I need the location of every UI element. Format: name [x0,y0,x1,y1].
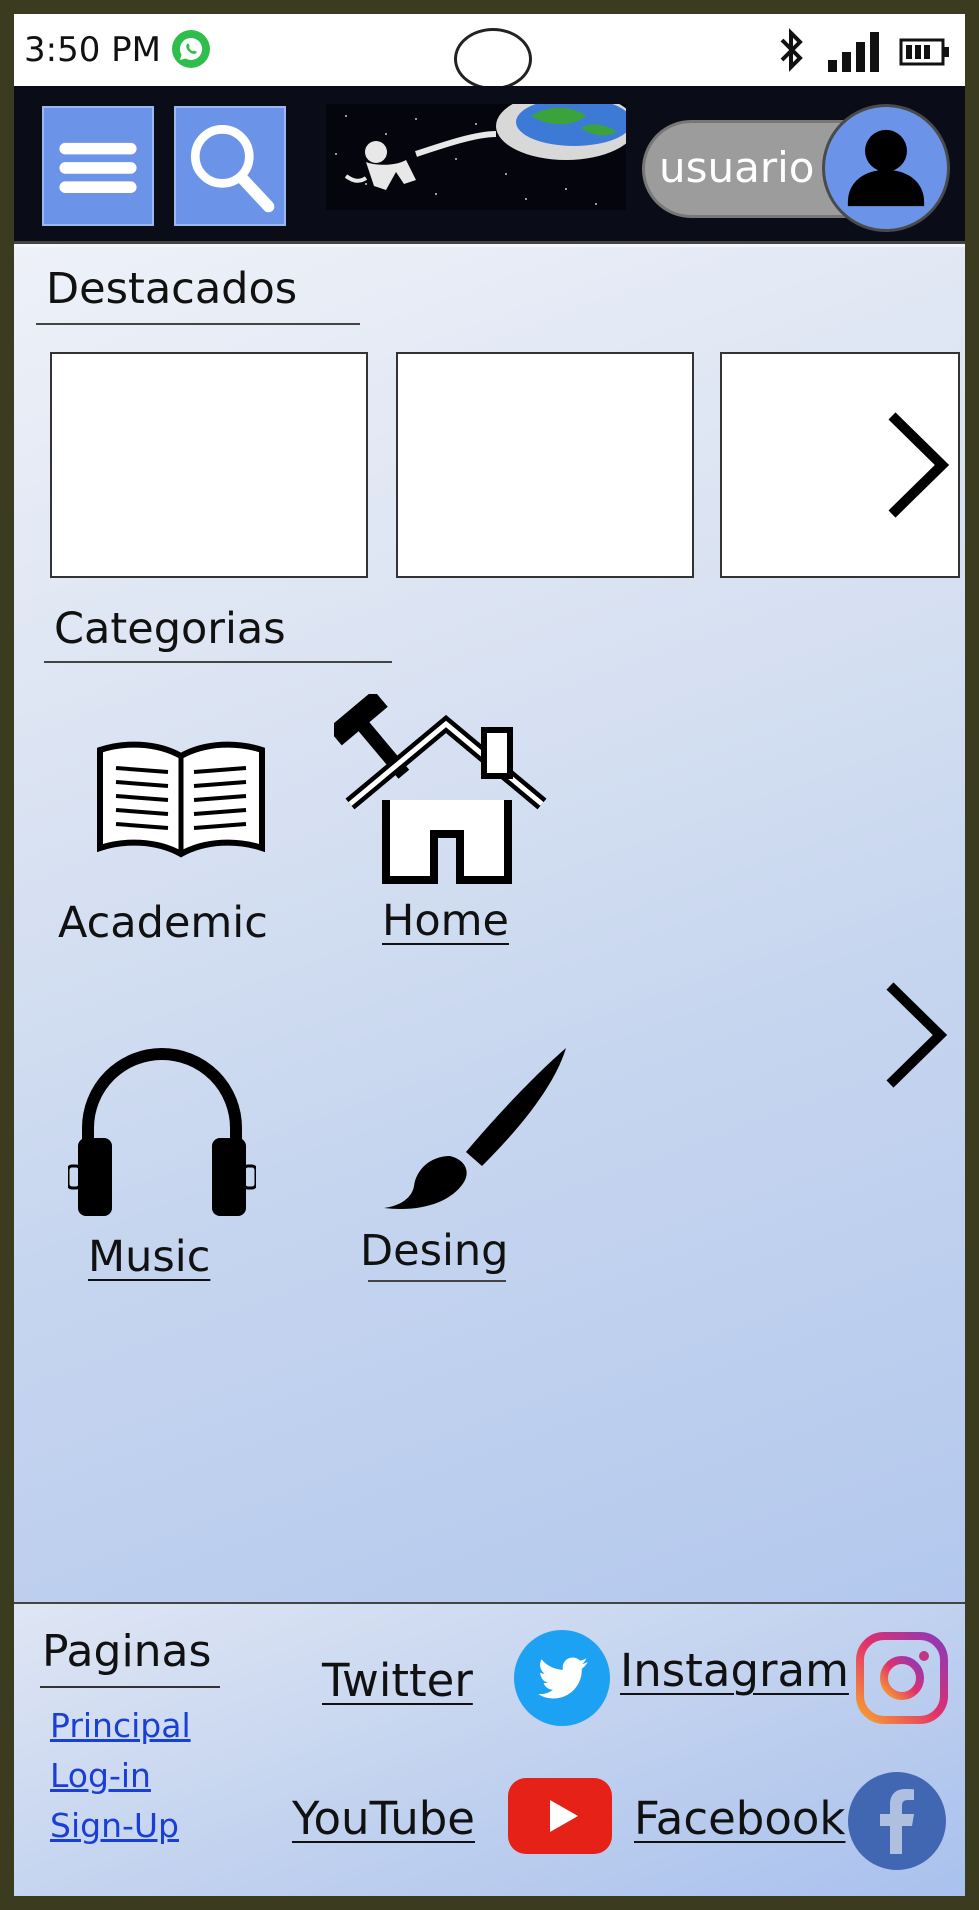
category-music[interactable] [68,1038,256,1218]
facebook-icon[interactable] [848,1772,946,1870]
whatsapp-icon [172,30,210,68]
footer-pages-underline [40,1686,220,1688]
footer: Paginas Principal Log-in Sign-Up Twitter… [14,1602,965,1896]
twitter-link[interactable]: Twitter [322,1654,473,1707]
bluetooth-icon [774,26,810,74]
category-desing[interactable] [380,1046,570,1210]
category-home-label[interactable]: Home [382,896,509,946]
footer-link-sign-up[interactable]: Sign-Up [50,1806,179,1845]
category-music-label[interactable]: Music [88,1232,210,1282]
featured-card-2[interactable] [396,352,694,578]
youtube-icon[interactable] [508,1778,612,1854]
signal-icon [826,30,886,72]
app-header: usuario [14,86,965,244]
youtube-link[interactable]: YouTube [292,1792,475,1845]
user-avatar-icon [847,129,925,207]
status-time: 3:50 PM [24,30,161,70]
status-bar: 3:50 PM [14,14,965,90]
category-desing-label[interactable]: Desing [360,1226,508,1276]
featured-title-underline [36,323,360,325]
footer-link-log-in[interactable]: Log-in [50,1756,151,1795]
instagram-icon[interactable] [856,1632,948,1724]
username-label: usuario [659,143,815,192]
open-book-icon [97,741,265,858]
categories-title-underline [44,661,392,663]
category-academic[interactable] [96,738,266,864]
category-home[interactable] [334,694,554,888]
instagram-link[interactable]: Instagram [620,1644,849,1697]
category-academic-label[interactable]: Academic [58,898,268,948]
camera-notch [454,28,532,90]
categories-title: Categorias [54,604,286,654]
headphones-icon [68,1048,256,1216]
featured-card-1[interactable] [50,352,368,578]
hamburger-menu-icon [59,142,137,193]
search-button[interactable] [174,106,286,226]
menu-button[interactable] [42,106,154,226]
category-desing-underline [368,1280,506,1282]
featured-title: Destacados [46,264,298,314]
astronaut-earth-banner [326,104,626,210]
footer-link-principal[interactable]: Principal [50,1706,191,1745]
featured-next-chevron-icon[interactable] [880,410,950,520]
banner-image [326,104,626,210]
search-icon [190,125,275,213]
avatar-button[interactable] [822,104,950,232]
categories-next-chevron-icon[interactable] [878,980,948,1090]
battery-icon [899,38,951,66]
house-hammer-icon [334,694,547,884]
twitter-icon[interactable] [514,1630,610,1726]
footer-pages-title: Paginas [42,1626,212,1677]
paintbrush-icon [384,1048,566,1209]
facebook-link[interactable]: Facebook [634,1792,845,1845]
